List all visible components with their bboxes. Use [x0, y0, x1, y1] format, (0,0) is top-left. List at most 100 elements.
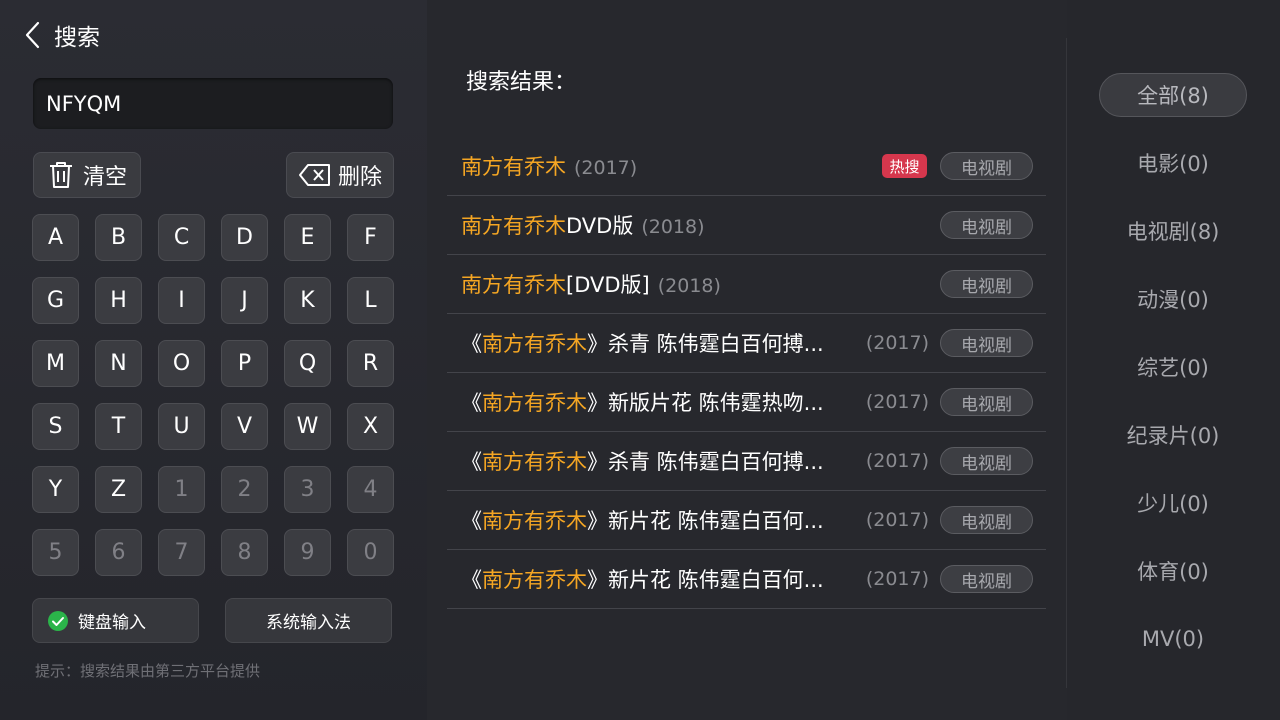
key-o[interactable]: O [158, 340, 205, 387]
result-title: 《南方有乔木》新版片花 陈伟霆热吻... [461, 387, 824, 417]
result-row[interactable]: 《南方有乔木》新片花 陈伟霆白百何... (2017) 电视剧 [447, 550, 1046, 609]
key-g[interactable]: G [32, 277, 79, 324]
key-t[interactable]: T [95, 403, 142, 450]
keyboard-input-label: 键盘输入 [78, 613, 146, 633]
key-q[interactable]: Q [284, 340, 331, 387]
delete-button[interactable]: 删除 [286, 152, 394, 198]
result-title: 《南方有乔木》新片花 陈伟霆白百何... [461, 564, 824, 594]
key-7[interactable]: 7 [158, 529, 205, 576]
category-item[interactable]: 全部(8) [1099, 73, 1247, 117]
result-suffix: [DVD版] [566, 273, 650, 297]
result-prefix: 《 [461, 332, 482, 356]
category-item[interactable]: MV(0) [1099, 617, 1247, 661]
result-highlight: 南方有乔木 [461, 214, 566, 238]
result-year: (2017) [865, 332, 929, 354]
category-item[interactable]: 电视剧(8) [1099, 209, 1247, 253]
key-0[interactable]: 0 [347, 529, 394, 576]
key-n[interactable]: N [95, 340, 142, 387]
category-item[interactable]: 少儿(0) [1099, 481, 1247, 525]
result-row[interactable]: 南方有乔木 (2017) 热搜 电视剧 [447, 137, 1046, 196]
check-circle-icon [48, 610, 68, 631]
key-p[interactable]: P [221, 340, 268, 387]
key-v[interactable]: V [221, 403, 268, 450]
page-title: 搜索 [54, 25, 100, 51]
result-year: (2017) [865, 391, 929, 413]
key-9[interactable]: 9 [284, 529, 331, 576]
hot-badge: 热搜 [882, 154, 927, 178]
result-highlight: 南方有乔木 [482, 568, 587, 592]
result-prefix: 《 [461, 568, 482, 592]
keyboard-input-button[interactable]: 键盘输入 [32, 598, 199, 643]
result-type-tag: 电视剧 [940, 447, 1033, 475]
key-l[interactable]: L [347, 277, 394, 324]
result-highlight: 南方有乔木 [482, 391, 587, 415]
key-d[interactable]: D [221, 214, 268, 261]
category-item[interactable]: 电影(0) [1099, 141, 1247, 185]
result-year: (2017) [574, 157, 638, 179]
category-item[interactable]: 纪录片(0) [1099, 413, 1247, 457]
trash-icon [49, 162, 72, 188]
key-j[interactable]: J [221, 277, 268, 324]
key-e[interactable]: E [284, 214, 331, 261]
category-item[interactable]: 动漫(0) [1099, 277, 1247, 321]
key-f[interactable]: F [347, 214, 394, 261]
search-panel: 搜索 NFYQM 清空 删除 ABCDEF GHIJKL MNOPQR STUVWX Y… [0, 0, 427, 720]
key-z[interactable]: Z [95, 466, 142, 513]
search-input[interactable]: NFYQM [33, 78, 393, 129]
result-highlight: 南方有乔木 [461, 155, 566, 179]
key-6[interactable]: 6 [95, 529, 142, 576]
key-r[interactable]: R [347, 340, 394, 387]
system-input-label: 系统输入法 [266, 613, 351, 633]
result-type-tag: 电视剧 [940, 329, 1033, 357]
key-h[interactable]: H [95, 277, 142, 324]
key-y[interactable]: Y [32, 466, 79, 513]
delete-label: 删除 [337, 165, 382, 190]
key-u[interactable]: U [158, 403, 205, 450]
key-8[interactable]: 8 [221, 529, 268, 576]
key-w[interactable]: W [284, 403, 331, 450]
result-row[interactable]: 南方有乔木[DVD版] (2018) 电视剧 [447, 255, 1046, 314]
result-year: (2017) [865, 568, 929, 590]
clear-button[interactable]: 清空 [33, 152, 141, 198]
result-year: (2018) [641, 216, 705, 238]
key-3[interactable]: 3 [284, 466, 331, 513]
key-5[interactable]: 5 [32, 529, 79, 576]
header: 搜索 [22, 18, 100, 52]
key-i[interactable]: I [158, 277, 205, 324]
result-type-tag: 电视剧 [940, 211, 1033, 239]
category-item[interactable]: 综艺(0) [1099, 345, 1247, 389]
result-title: 南方有乔木 (2017) [461, 151, 637, 181]
key-1[interactable]: 1 [158, 466, 205, 513]
result-title: 南方有乔木DVD版 (2018) [461, 210, 705, 240]
key-m[interactable]: M [32, 340, 79, 387]
results-title: 搜索结果： [466, 70, 577, 95]
key-k[interactable]: K [284, 277, 331, 324]
hint-text: 提示：搜索结果由第三方平台提供 [35, 662, 261, 680]
result-title: 《南方有乔木》杀青 陈伟霆白百何搏... [461, 328, 824, 358]
back-button[interactable] [22, 20, 42, 50]
divider [1066, 38, 1067, 688]
search-input-value: NFYQM [46, 91, 122, 116]
result-row[interactable]: 《南方有乔木》杀青 陈伟霆白百何搏... (2017) 电视剧 [447, 432, 1046, 491]
key-4[interactable]: 4 [347, 466, 394, 513]
result-type-tag: 电视剧 [940, 565, 1033, 593]
result-row[interactable]: 《南方有乔木》新版片花 陈伟霆热吻... (2017) 电视剧 [447, 373, 1046, 432]
key-x[interactable]: X [347, 403, 394, 450]
result-suffix: DVD版 [566, 214, 634, 238]
result-row[interactable]: 《南方有乔木》杀青 陈伟霆白百何搏... (2017) 电视剧 [447, 314, 1046, 373]
result-row[interactable]: 《南方有乔木》新片花 陈伟霆白百何... (2017) 电视剧 [447, 491, 1046, 550]
key-b[interactable]: B [95, 214, 142, 261]
backspace-icon [298, 164, 330, 186]
system-input-button[interactable]: 系统输入法 [225, 598, 392, 643]
key-c[interactable]: C [158, 214, 205, 261]
result-suffix: 》新片花 陈伟霆白百何... [587, 509, 824, 533]
result-type-tag: 电视剧 [940, 506, 1033, 534]
key-2[interactable]: 2 [221, 466, 268, 513]
result-suffix: 》杀青 陈伟霆白百何搏... [587, 450, 824, 474]
key-s[interactable]: S [32, 403, 79, 450]
key-a[interactable]: A [32, 214, 79, 261]
result-prefix: 《 [461, 450, 482, 474]
category-item[interactable]: 体育(0) [1099, 549, 1247, 593]
result-year: (2017) [865, 509, 929, 531]
result-row[interactable]: 南方有乔木DVD版 (2018) 电视剧 [447, 196, 1046, 255]
